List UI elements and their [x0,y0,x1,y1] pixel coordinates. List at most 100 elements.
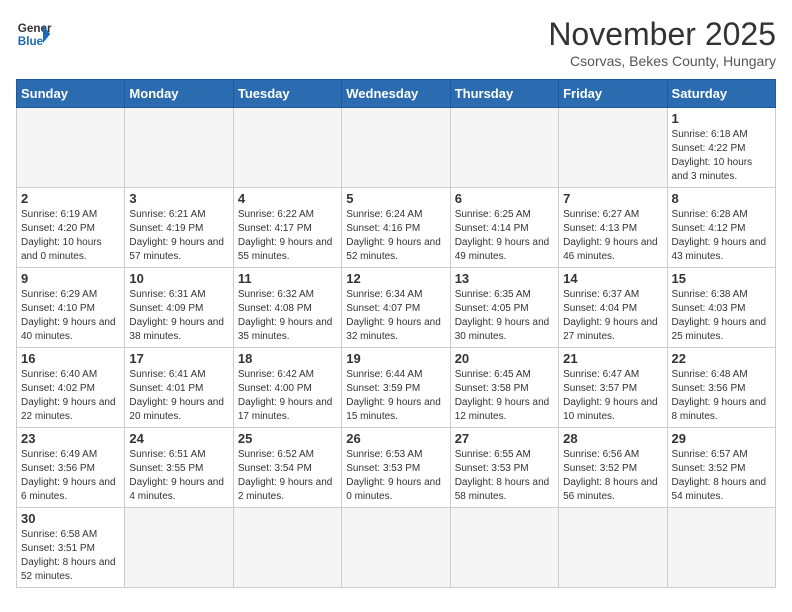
day-number: 1 [672,111,771,126]
day-info: Sunrise: 6:42 AM Sunset: 4:00 PM Dayligh… [238,368,337,424]
calendar-cell: 11Sunrise: 6:32 AM Sunset: 4:08 PM Dayli… [233,268,341,348]
day-number: 6 [455,191,554,206]
week-row-3: 16Sunrise: 6:40 AM Sunset: 4:02 PM Dayli… [17,348,776,428]
weekday-header-wednesday: Wednesday [342,80,450,108]
day-info: Sunrise: 6:45 AM Sunset: 3:58 PM Dayligh… [455,368,554,424]
day-number: 25 [238,431,337,446]
logo: General Blue [16,16,52,52]
day-number: 16 [21,351,120,366]
day-info: Sunrise: 6:56 AM Sunset: 3:52 PM Dayligh… [563,448,662,504]
day-number: 28 [563,431,662,446]
day-info: Sunrise: 6:41 AM Sunset: 4:01 PM Dayligh… [129,368,228,424]
calendar-cell: 21 Sunrise: 6:47 AM Sunset: 3:57 PM Dayli… [559,348,667,428]
day-info: Sunrise: 6:38 AM Sunset: 4:03 PM Dayligh… [672,288,771,344]
calendar-cell: 12 Sunrise: 6:34 AM Sunset: 4:07 PM Dayli… [342,268,450,348]
calendar-cell: 17 Sunrise: 6:41 AM Sunset: 4:01 PM Dayli… [125,348,233,428]
weekday-header-saturday: Saturday [667,80,775,108]
day-number: 2 [21,191,120,206]
weekday-header-monday: Monday [125,80,233,108]
calendar-cell [342,108,450,188]
day-number: 23 [21,431,120,446]
day-number: 9 [21,271,120,286]
day-number: 4 [238,191,337,206]
day-info: Sunrise: 6:25 AM Sunset: 4:14 PM Dayligh… [455,208,554,264]
week-row-1: 2 Sunrise: 6:19 AM Sunset: 4:20 PM Daylig… [17,188,776,268]
day-info: Sunrise: 6:35 AM Sunset: 4:05 PM Dayligh… [455,288,554,344]
day-info: Sunrise: 6:24 AM Sunset: 4:16 PM Dayligh… [346,208,445,264]
calendar-cell: 19 Sunrise: 6:44 AM Sunset: 3:59 PM Dayli… [342,348,450,428]
day-number: 29 [672,431,771,446]
calendar-cell [233,508,341,588]
day-number: 21 [563,351,662,366]
calendar-cell: 29 Sunrise: 6:57 AM Sunset: 3:52 PM Dayli… [667,428,775,508]
day-info: Sunrise: 6:31 AM Sunset: 4:09 PM Dayligh… [129,288,228,344]
calendar-cell: 22Sunrise: 6:48 AM Sunset: 3:56 PM Dayli… [667,348,775,428]
calendar-cell [559,508,667,588]
week-row-2: 9 Sunrise: 6:29 AM Sunset: 4:10 PM Daylig… [17,268,776,348]
calendar-cell: 5Sunrise: 6:24 AM Sunset: 4:16 PM Daylig… [342,188,450,268]
weekday-header-sunday: Sunday [17,80,125,108]
calendar-cell: 25Sunrise: 6:52 AM Sunset: 3:54 PM Dayli… [233,428,341,508]
day-number: 12 [346,271,445,286]
calendar-cell: 8Sunrise: 6:28 AM Sunset: 4:12 PM Daylig… [667,188,775,268]
day-info: Sunrise: 6:22 AM Sunset: 4:17 PM Dayligh… [238,208,337,264]
calendar-cell: 3 Sunrise: 6:21 AM Sunset: 4:19 PM Daylig… [125,188,233,268]
day-info: Sunrise: 6:32 AM Sunset: 4:08 PM Dayligh… [238,288,337,344]
weekday-header-row: SundayMondayTuesdayWednesdayThursdayFrid… [17,80,776,108]
day-number: 20 [455,351,554,366]
day-number: 17 [129,351,228,366]
day-info: Sunrise: 6:29 AM Sunset: 4:10 PM Dayligh… [21,288,120,344]
calendar-cell: 6 Sunrise: 6:25 AM Sunset: 4:14 PM Daylig… [450,188,558,268]
calendar-cell: 16Sunrise: 6:40 AM Sunset: 4:02 PM Dayli… [17,348,125,428]
day-number: 19 [346,351,445,366]
calendar-cell: 2 Sunrise: 6:19 AM Sunset: 4:20 PM Daylig… [17,188,125,268]
calendar-cell [667,508,775,588]
calendar-cell [559,108,667,188]
day-info: Sunrise: 6:58 AM Sunset: 3:51 PM Dayligh… [21,528,120,584]
calendar-cell [125,508,233,588]
logo-icon: General Blue [16,16,52,52]
weekday-header-thursday: Thursday [450,80,558,108]
calendar-cell [125,108,233,188]
month-title: November 2025 [548,16,776,53]
day-info: Sunrise: 6:19 AM Sunset: 4:20 PM Dayligh… [21,208,120,264]
calendar-cell [233,108,341,188]
day-info: Sunrise: 6:57 AM Sunset: 3:52 PM Dayligh… [672,448,771,504]
calendar-cell: 9 Sunrise: 6:29 AM Sunset: 4:10 PM Daylig… [17,268,125,348]
calendar-cell: 1Sunrise: 6:18 AM Sunset: 4:22 PM Daylig… [667,108,775,188]
day-number: 18 [238,351,337,366]
day-info: Sunrise: 6:34 AM Sunset: 4:07 PM Dayligh… [346,288,445,344]
calendar-cell: 24Sunrise: 6:51 AM Sunset: 3:55 PM Dayli… [125,428,233,508]
calendar-cell: 10Sunrise: 6:31 AM Sunset: 4:09 PM Dayli… [125,268,233,348]
calendar-cell [17,108,125,188]
calendar-cell: 26Sunrise: 6:53 AM Sunset: 3:53 PM Dayli… [342,428,450,508]
subtitle: Csorvas, Bekes County, Hungary [548,53,776,69]
weekday-header-tuesday: Tuesday [233,80,341,108]
calendar-cell: 15 Sunrise: 6:38 AM Sunset: 4:03 PM Dayli… [667,268,775,348]
day-number: 3 [129,191,228,206]
day-number: 30 [21,511,120,526]
day-info: Sunrise: 6:27 AM Sunset: 4:13 PM Dayligh… [563,208,662,264]
calendar-cell: 30 Sunrise: 6:58 AM Sunset: 3:51 PM Dayli… [17,508,125,588]
day-info: Sunrise: 6:49 AM Sunset: 3:56 PM Dayligh… [21,448,120,504]
weekday-header-friday: Friday [559,80,667,108]
calendar-cell: 14Sunrise: 6:37 AM Sunset: 4:04 PM Dayli… [559,268,667,348]
title-block: November 2025 Csorvas, Bekes County, Hun… [548,16,776,69]
calendar-cell: 7Sunrise: 6:27 AM Sunset: 4:13 PM Daylig… [559,188,667,268]
day-info: Sunrise: 6:37 AM Sunset: 4:04 PM Dayligh… [563,288,662,344]
calendar-cell: 18 Sunrise: 6:42 AM Sunset: 4:00 PM Dayli… [233,348,341,428]
day-info: Sunrise: 6:44 AM Sunset: 3:59 PM Dayligh… [346,368,445,424]
day-info: Sunrise: 6:28 AM Sunset: 4:12 PM Dayligh… [672,208,771,264]
day-info: Sunrise: 6:21 AM Sunset: 4:19 PM Dayligh… [129,208,228,264]
calendar-cell: 28 Sunrise: 6:56 AM Sunset: 3:52 PM Dayli… [559,428,667,508]
day-number: 27 [455,431,554,446]
day-number: 15 [672,271,771,286]
day-number: 22 [672,351,771,366]
page-header: General Blue November 2025 Csorvas, Beke… [16,16,776,69]
day-info: Sunrise: 6:47 AM Sunset: 3:57 PM Dayligh… [563,368,662,424]
week-row-5: 30 Sunrise: 6:58 AM Sunset: 3:51 PM Dayli… [17,508,776,588]
calendar: SundayMondayTuesdayWednesdayThursdayFrid… [16,79,776,588]
calendar-cell: 20 Sunrise: 6:45 AM Sunset: 3:58 PM Dayli… [450,348,558,428]
calendar-cell: 23 Sunrise: 6:49 AM Sunset: 3:56 PM Dayli… [17,428,125,508]
calendar-cell: 4 Sunrise: 6:22 AM Sunset: 4:17 PM Daylig… [233,188,341,268]
